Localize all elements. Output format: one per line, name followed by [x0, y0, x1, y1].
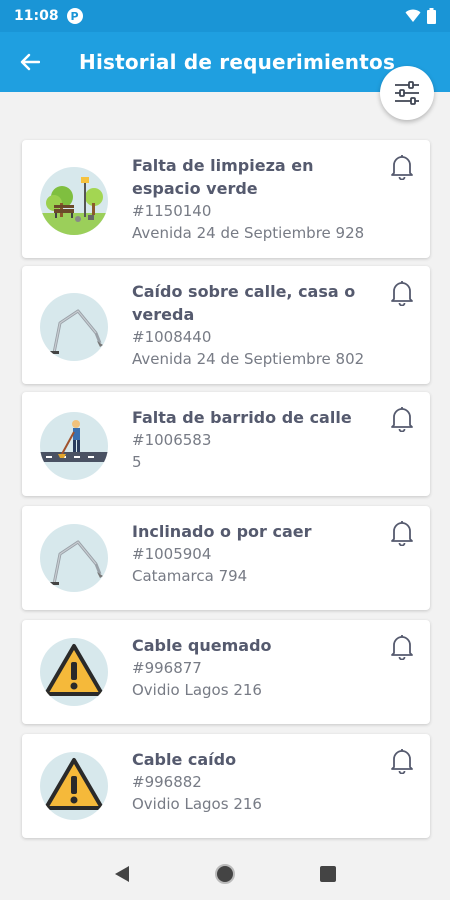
request-address: Avenida 24 de Septiembre 928 — [132, 224, 365, 242]
request-card[interactable]: Falta de limpieza en espacio verde #1150… — [22, 140, 430, 258]
request-number: #996877 — [132, 659, 202, 677]
request-card[interactable]: Inclinado o por caer #1005904 Catamarca … — [22, 506, 430, 610]
app-notification-icon: P — [66, 8, 83, 24]
request-card[interactable]: Caído sobre calle, casa o vereda #100844… — [22, 266, 430, 384]
request-title: Falta de limpieza en — [132, 156, 314, 175]
bell-icon[interactable] — [390, 520, 414, 546]
circle-home-icon — [214, 864, 235, 884]
sliders-icon — [395, 81, 419, 105]
request-title: Falta de barrido de calle — [132, 408, 352, 427]
request-number: #1008440 — [132, 328, 212, 346]
request-address: Catamarca 794 — [132, 567, 248, 585]
status-bar: 11:08 P — [0, 0, 450, 32]
warning-icon — [40, 752, 108, 820]
request-title: Inclinado o por caer — [132, 522, 312, 541]
wifi-icon — [405, 9, 421, 23]
bell-icon[interactable] — [390, 406, 414, 432]
request-card[interactable]: Cable caído #996882 Ovidio Lagos 216 — [22, 734, 430, 838]
street-sweeper-icon — [40, 412, 108, 480]
request-card[interactable]: Falta de barrido de calle #1006583 5 — [22, 392, 430, 496]
park-icon — [40, 167, 108, 235]
request-address: Avenida 24 de Septiembre 802 — [132, 350, 365, 368]
bell-icon[interactable] — [390, 634, 414, 660]
nav-back-button[interactable] — [102, 854, 142, 894]
nav-home-button[interactable] — [205, 854, 245, 894]
bell-icon[interactable] — [390, 280, 414, 306]
request-address: Ovidio Lagos 216 — [132, 681, 262, 699]
arrow-left-icon — [20, 53, 40, 71]
request-address: Ovidio Lagos 216 — [132, 795, 262, 813]
page-title: Historial de requerimientos — [79, 50, 396, 74]
bell-icon[interactable] — [390, 154, 414, 180]
system-nav-bar — [0, 848, 450, 900]
square-recents-icon — [320, 866, 337, 882]
request-title: Caído sobre calle, casa o — [132, 282, 356, 301]
request-card[interactable]: Cable quemado #996877 Ovidio Lagos 216 — [22, 620, 430, 724]
battery-icon — [427, 8, 436, 24]
request-number: #1006583 — [132, 431, 212, 449]
request-title: Cable caído — [132, 750, 237, 769]
streetlight-icon — [40, 293, 108, 361]
back-button[interactable] — [0, 32, 60, 92]
status-time: 11:08 — [14, 8, 59, 24]
request-number: #1005904 — [132, 545, 212, 563]
request-address: 5 — [132, 453, 142, 471]
triangle-back-icon — [114, 866, 129, 882]
nav-recents-button[interactable] — [308, 854, 348, 894]
request-number: #996882 — [132, 773, 202, 791]
bell-icon[interactable] — [390, 748, 414, 774]
filter-button[interactable] — [380, 66, 434, 120]
warning-icon — [40, 638, 108, 706]
request-title: Cable quemado — [132, 636, 272, 655]
request-title: vereda — [132, 305, 195, 324]
request-number: #1150140 — [132, 202, 212, 220]
request-title: espacio verde — [132, 179, 258, 198]
streetlight-icon — [40, 524, 108, 592]
